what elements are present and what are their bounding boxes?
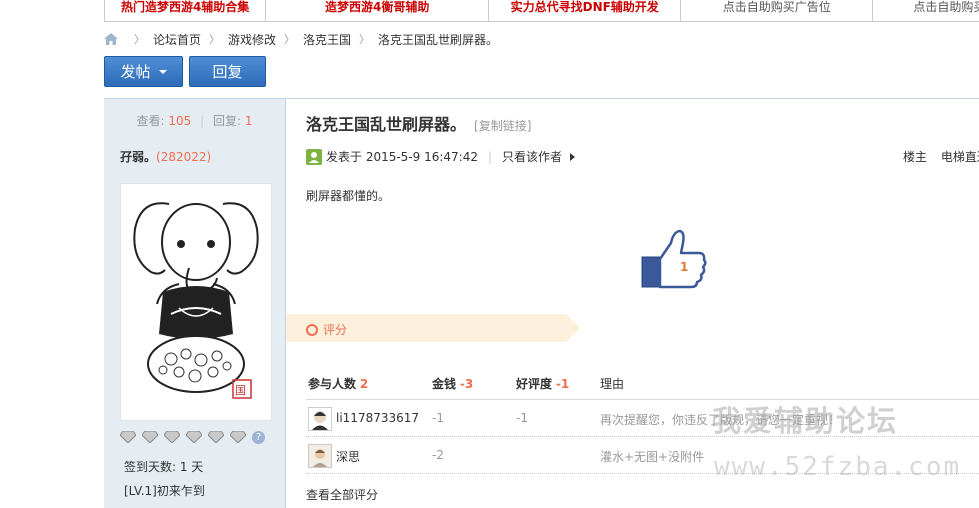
author-uid: (282022) (156, 150, 212, 164)
thumbs-up-icon (641, 229, 707, 289)
rater-avatar[interactable] (308, 444, 332, 468)
diamond-medal-icon[interactable] (208, 431, 224, 443)
diamond-medal-icon[interactable] (164, 431, 180, 443)
diamond-medal-icon[interactable] (142, 431, 158, 443)
new-post-label: 发帖 (120, 63, 151, 81)
elephant-avatar-image: 国 (133, 202, 259, 399)
breadcrumb-separator: 〉 (134, 33, 145, 46)
arrow-right-icon (570, 152, 576, 161)
rating-table-header: 参与人数 2 金钱 -3 好评度 -1 理由 (306, 373, 979, 400)
author-name[interactable]: 孖弱。 (120, 150, 156, 164)
diamond-medal-icon[interactable] (120, 431, 136, 443)
like-button[interactable]: 1 (641, 229, 707, 289)
stats-divider: | (200, 114, 205, 128)
floor-label: 楼主 (903, 150, 928, 164)
watermark-url: www.52fzba.com (714, 452, 962, 482)
rating-header: 评分 (306, 321, 347, 338)
breadcrumb-separator: 〉 (284, 33, 296, 46)
new-post-button[interactable]: 发帖 (104, 56, 183, 87)
replies-count: 1 (244, 114, 253, 128)
breadcrumb-game-mod[interactable]: 游戏修改 (228, 31, 276, 48)
reply-label: 回复 (212, 63, 243, 81)
only-author-link[interactable]: 只看该作者 (502, 148, 562, 165)
author-sidebar: 查看: 105 | 回复: 1 孖弱。(282022) 国 ? 签到天数: 1 … (104, 99, 286, 508)
post-meta: 发表于 2015-5-9 16:47:42 | 只看该作者 (306, 148, 576, 165)
participants-count: 2 (359, 377, 369, 391)
rating-title: 评分 (323, 323, 348, 337)
ad-link-4[interactable]: 点击自助购买广告位 (680, 0, 872, 21)
breadcrumb: 〉 论坛首页 〉 游戏修改 〉 洛克王国 〉 洛克王国乱世刷屏器。 (104, 30, 498, 48)
rep-label: 好评度 (516, 377, 553, 391)
medals-row: ? (120, 431, 265, 444)
ad-link-2[interactable]: 造梦西游4衡哥辅助 (265, 0, 488, 21)
like-count: 1 (680, 260, 689, 274)
rater-reason: 灌水+无图+没附件 (600, 450, 705, 464)
breadcrumb-current[interactable]: 洛克王国乱世刷屏器。 (378, 31, 498, 48)
post-title: 洛克王国乱世刷屏器。 (306, 115, 467, 134)
rater-gold: -1 (432, 411, 444, 425)
rater-avatar[interactable] (308, 407, 332, 431)
meta-divider: | (488, 149, 493, 164)
rater-rep: -1 (516, 411, 528, 425)
participants-label: 参与人数 (308, 377, 357, 391)
elevator-link[interactable]: 电梯直达 (941, 150, 979, 164)
home-icon[interactable] (104, 33, 118, 45)
breadcrumb-separator: 〉 (359, 33, 371, 46)
rating-circle-icon (306, 323, 318, 336)
ad-bar: 热门造梦西游4辅助合集 造梦西游4衡哥辅助 实力总代寻找DNF辅助开发 点击自助… (104, 0, 979, 22)
ad-link-5[interactable]: 点击自助购买广告位 (872, 0, 979, 21)
thread-stats: 查看: 105 | 回复: 1 (104, 112, 285, 129)
author-name-line: 孖弱。(282022) (120, 148, 211, 165)
reply-button[interactable]: 回复 (189, 56, 266, 87)
signin-days: 签到天数: 1 天 (124, 460, 204, 474)
help-icon[interactable]: ? (252, 431, 265, 444)
rep-col: 好评度 -1 (516, 375, 569, 392)
ad-link-3[interactable]: 实力总代寻找DNF辅助开发 (488, 0, 680, 21)
view-all-ratings-link[interactable]: 查看全部评分 (306, 486, 378, 503)
post-title-line: 洛克王国乱世刷屏器。 [复制链接] (306, 111, 531, 135)
breadcrumb-roco[interactable]: 洛克王国 (303, 31, 351, 48)
post-content: 洛克王国乱世刷屏器。 [复制链接] 发表于 2015-5-9 16:47:42 |… (286, 99, 979, 508)
svg-text:国: 国 (235, 384, 246, 397)
reason-label: 理由 (600, 377, 625, 391)
breadcrumb-forum-home[interactable]: 论坛首页 (153, 31, 201, 48)
copy-link[interactable]: [复制链接] (474, 119, 531, 133)
post-body: 刷屏器都懂的。 (306, 189, 391, 203)
breadcrumb-separator: 〉 (209, 33, 221, 46)
gold-label: 金钱 (432, 377, 457, 391)
gold-col: 金钱 -3 (432, 375, 473, 392)
online-user-icon (306, 148, 322, 165)
chevron-down-icon (158, 69, 167, 74)
post-time: 发表于 2015-5-9 16:47:42 (326, 150, 478, 164)
rater-name[interactable]: li1178733617 (336, 411, 419, 425)
ad-link-1[interactable]: 热门造梦西游4辅助合集 (104, 0, 265, 21)
avatar[interactable]: 国 (120, 183, 272, 421)
watermark-title: 我爱辅助论坛 (712, 404, 899, 438)
diamond-medal-icon[interactable] (230, 431, 246, 443)
post-container: 查看: 105 | 回复: 1 孖弱。(282022) 国 ? 签到天数: 1 … (104, 98, 979, 508)
views-count: 105 (168, 114, 192, 128)
user-level[interactable]: [LV.1]初来乍到 (124, 482, 205, 499)
rep-total: -1 (555, 377, 570, 391)
rater-name[interactable]: 深思 (336, 448, 360, 465)
views-label: 查看: (136, 114, 165, 128)
gold-total: -3 (459, 377, 474, 391)
diamond-medal-icon[interactable] (186, 431, 202, 443)
replies-label: 回复: (212, 114, 242, 128)
participants-col: 参与人数 2 (308, 375, 368, 392)
post-meta-right: 楼主 电梯直达 (903, 148, 979, 165)
rater-gold: -2 (432, 448, 444, 462)
